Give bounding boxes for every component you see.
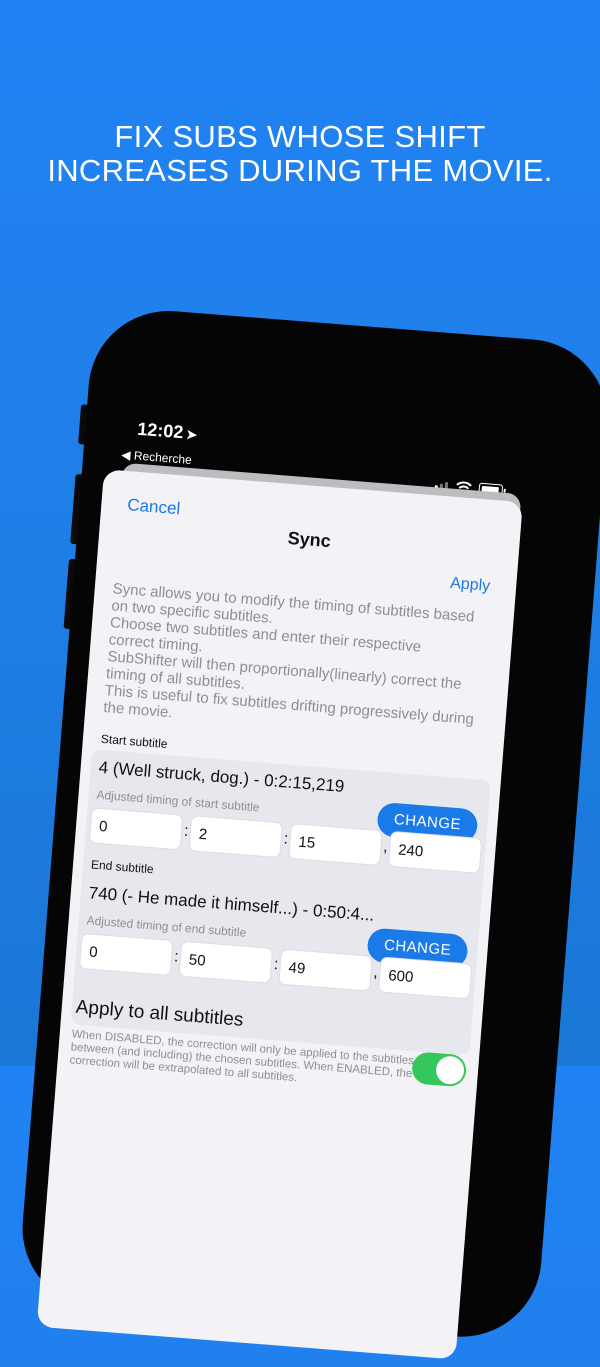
colon-separator: : [273, 956, 279, 974]
status-time: 12:02 ➤ [137, 419, 198, 445]
colon-separator: : [183, 822, 190, 840]
comma-separator: , [382, 838, 389, 856]
page-title: Sync [287, 527, 332, 552]
start-minutes-field[interactable]: 2 [188, 815, 283, 859]
colon-separator: : [283, 830, 289, 848]
start-millis-field[interactable]: 240 [387, 830, 483, 874]
status-time-label: 12:02 [136, 418, 185, 443]
phone-mockup: 12:02 ➤ ◀ Recherche Cancel Sync Apply Sy… [16, 305, 600, 1360]
apply-all-toggle[interactable] [410, 1051, 468, 1088]
end-subtitle-card: 740 (- He made it himself...) - 0:50:4..… [70, 874, 482, 1056]
start-hours-field[interactable]: 0 [88, 807, 184, 851]
headline-line-2: INCREASES DURING THE MOVIE. [47, 153, 553, 188]
comma-separator: , [372, 963, 379, 982]
start-subtitle-label: Start subtitle [100, 731, 169, 752]
back-triangle-icon: ◀ [120, 447, 132, 463]
location-arrow-icon: ➤ [185, 426, 198, 443]
end-millis-field[interactable]: 600 [377, 956, 473, 1000]
end-minutes-field[interactable]: 50 [178, 940, 274, 984]
phone-frame: 12:02 ➤ ◀ Recherche Cancel Sync Apply Sy… [16, 305, 600, 1360]
description-text: Sync allows you to modify the timing of … [103, 580, 502, 746]
sync-sheet: Cancel Sync Apply Sync allows you to mod… [36, 469, 523, 1360]
start-seconds-field[interactable]: 15 [288, 822, 383, 867]
headline: FIX SUBS WHOSE SHIFT INCREASES DURING TH… [0, 120, 600, 188]
colon-separator: : [173, 948, 180, 966]
apply-button[interactable]: Apply [449, 575, 491, 596]
end-hours-field[interactable]: 0 [78, 932, 174, 976]
headline-line-1: FIX SUBS WHOSE SHIFT [114, 119, 486, 154]
end-seconds-field[interactable]: 49 [278, 948, 373, 992]
